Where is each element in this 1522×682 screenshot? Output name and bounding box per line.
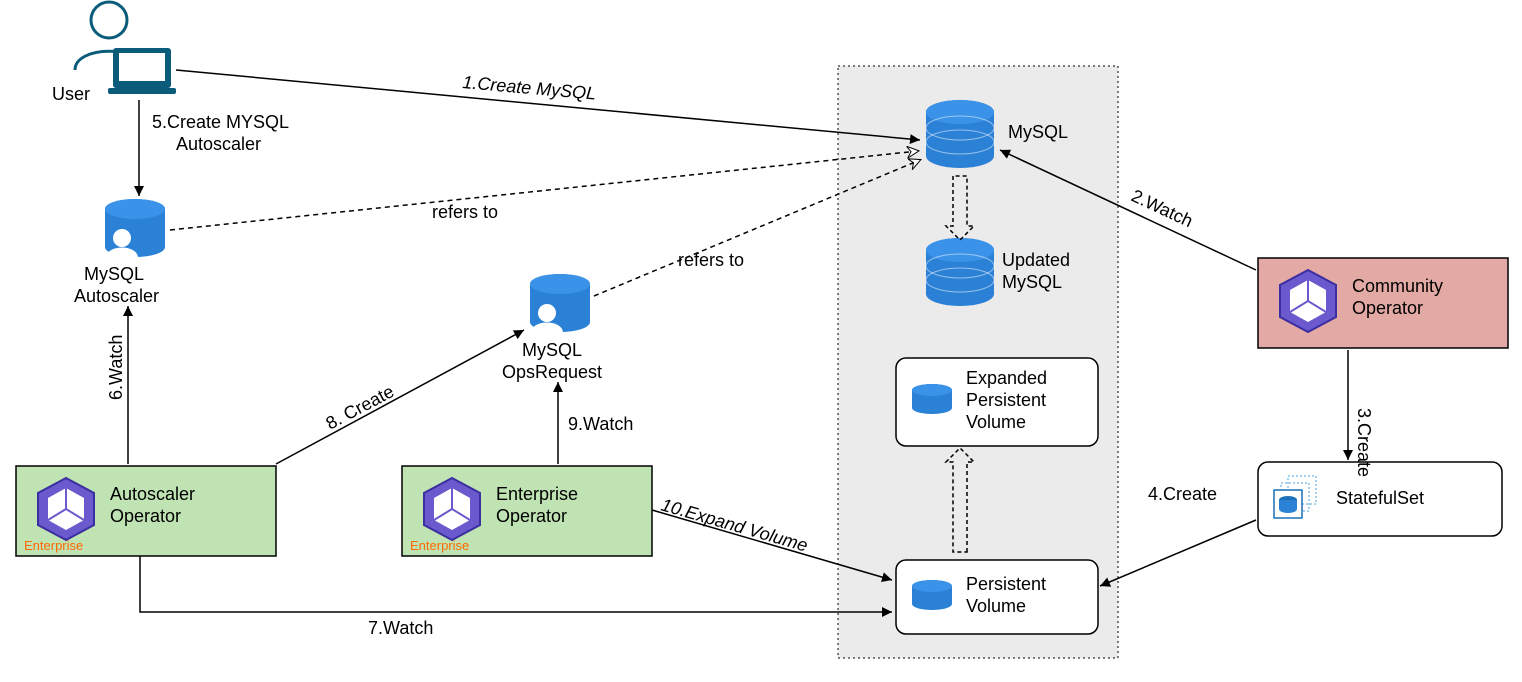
mysql-autoscaler-label-l1: MySQL — [84, 264, 144, 284]
edge-refers-2-label: refers to — [678, 250, 744, 270]
edge-refers-1 — [170, 151, 918, 230]
edge-2-label: 2.Watch — [1128, 185, 1196, 231]
mysql-opsrequest-label-l2: OpsRequest — [502, 362, 602, 382]
edge-5-label-b: Autoscaler — [176, 134, 261, 154]
mysql-label: MySQL — [1008, 122, 1068, 142]
mysql-opsrequest-label-l1: MySQL — [522, 340, 582, 360]
edge-6-label: 6.Watch — [106, 335, 126, 400]
updated-mysql-label-l2: MySQL — [1002, 272, 1062, 292]
edge-4-label: 4.Create — [1148, 484, 1217, 504]
user-label: User — [52, 84, 90, 104]
expanded-pv-label-l1: Expanded — [966, 368, 1047, 388]
edge-4 — [1100, 520, 1256, 586]
edge-7 — [140, 556, 892, 612]
community-operator-label-l2: Operator — [1352, 298, 1423, 318]
mysql-opsrequest-icon — [530, 274, 590, 333]
updated-mysql-label-l1: Updated — [1002, 250, 1070, 270]
edge-7-label: 7.Watch — [368, 618, 433, 638]
autoscaler-operator-label-l2: Operator — [110, 506, 181, 526]
community-operator-node: Community Operator — [1258, 258, 1508, 348]
statefulset-node: StatefulSet — [1258, 462, 1502, 536]
enterprise-operator-node: Enterprise Operator Enterprise — [402, 466, 652, 556]
autoscaler-operator-label-l1: Autoscaler — [110, 484, 195, 504]
enterprise-tag-1: Enterprise — [24, 538, 83, 553]
enterprise-operator-label-l1: Enterprise — [496, 484, 578, 504]
expanded-pv-node: Expanded Persistent Volume — [896, 358, 1098, 446]
enterprise-tag-2: Enterprise — [410, 538, 469, 553]
pv-node: Persistent Volume — [896, 560, 1098, 634]
edge-8-label: 8. Create — [322, 381, 397, 433]
disk-icon — [912, 580, 952, 610]
pv-label-l1: Persistent — [966, 574, 1046, 594]
pv-label-l2: Volume — [966, 596, 1026, 616]
expanded-pv-label-l2: Persistent — [966, 390, 1046, 410]
edge-9-label: 9.Watch — [568, 414, 633, 434]
expanded-pv-label-l3: Volume — [966, 412, 1026, 432]
edge-8 — [276, 330, 524, 464]
autoscaler-operator-node: Autoscaler Operator Enterprise — [16, 466, 276, 556]
edge-3-label: 3.Create — [1354, 408, 1374, 477]
statefulset-label: StatefulSet — [1336, 488, 1424, 508]
user-icon — [75, 2, 176, 94]
edge-5-label-a: 5.Create MYSQL — [152, 112, 289, 132]
edge-10-label: 10.Expand Volume — [659, 495, 810, 556]
enterprise-operator-label-l2: Operator — [496, 506, 567, 526]
edge-refers-1-label: refers to — [432, 202, 498, 222]
mysql-autoscaler-icon — [105, 199, 165, 258]
community-operator-label-l1: Community — [1352, 276, 1443, 296]
mysql-autoscaler-label-l2: Autoscaler — [74, 286, 159, 306]
disk-icon — [912, 384, 952, 414]
